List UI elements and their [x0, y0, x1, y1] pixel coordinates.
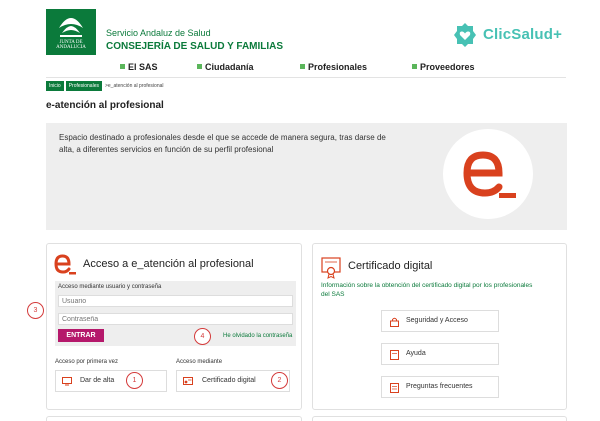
logo-caption: JUNTA DE ANDALUCIA — [56, 40, 86, 50]
annotation-marker-3: 3 — [27, 302, 44, 319]
next-card — [46, 416, 302, 421]
access-via-label: Acceso mediante — [176, 359, 223, 365]
divider — [46, 77, 566, 78]
username-input[interactable] — [58, 295, 293, 307]
breadcrumb-inicio[interactable]: Inicio — [46, 81, 64, 91]
main-nav: El SAS Ciudadanía Profesionales Proveedo… — [0, 62, 600, 76]
page-title: e-atención al profesional — [46, 100, 164, 111]
nav-item-proveedores[interactable]: Proveedores — [412, 62, 475, 72]
forgot-password-link[interactable]: He olvidado la contraseña — [223, 333, 292, 339]
bullet-icon — [412, 64, 417, 69]
e-atencion-logo-icon — [463, 151, 516, 198]
annotation-marker-2: 2 — [271, 372, 288, 389]
certificate-icon — [183, 377, 193, 385]
bullet-icon — [300, 64, 305, 69]
andalucia-emblem-icon — [59, 18, 83, 37]
help-label: Ayuda — [406, 350, 426, 357]
first-access-label: Acceso por primera vez — [55, 359, 119, 365]
login-label: Acceso mediante usuario y contraseña — [58, 284, 162, 290]
clicsalud-link[interactable]: ClicSalud+ — [452, 20, 562, 50]
breadcrumb: Inicio Profesionales >e_atención al profes… — [46, 81, 165, 91]
ministry-name: CONSEJERÍA DE SALUD Y FAMILIAS — [106, 41, 284, 52]
bullet-icon — [120, 64, 125, 69]
faq-button[interactable]: Preguntas frecuentes — [381, 376, 499, 398]
security-access-label: Seguridad y Acceso — [406, 317, 468, 324]
certificate-award-icon — [321, 257, 341, 279]
intro-text: Espacio destinado a profesionales desde … — [59, 133, 386, 154]
intro-panel: Espacio destinado a profesionales desde … — [46, 123, 567, 230]
certificate-card-title: Certificado digital — [348, 260, 433, 272]
document-icon — [390, 350, 399, 360]
nav-item-ciudadania[interactable]: Ciudadanía — [197, 62, 254, 72]
signup-button[interactable]: Dar de alta — [55, 370, 167, 392]
e-logo-circle — [443, 129, 533, 219]
breadcrumb-profesionales[interactable]: Profesionales — [65, 81, 102, 91]
login-button[interactable]: ENTRAR — [58, 329, 104, 342]
help-button[interactable]: Ayuda — [381, 343, 499, 365]
nav-item-profesionales[interactable]: Profesionales — [300, 62, 367, 72]
certificate-login-label: Certificado digital — [202, 377, 256, 384]
org-name: Servicio Andaluz de Salud — [106, 28, 211, 38]
login-form: Acceso mediante usuario y contraseña ENT… — [55, 281, 296, 346]
certificate-description[interactable]: Información sobre la obtención del certi… — [321, 281, 541, 299]
access-card-title: Acceso a e_atención al profesional — [83, 258, 254, 270]
monitor-icon — [62, 377, 72, 386]
e-atencion-small-icon — [54, 254, 76, 275]
breadcrumb-current: >e_atención al profesional — [104, 83, 164, 89]
document-icon — [390, 383, 399, 393]
faq-label: Preguntas frecuentes — [406, 383, 473, 390]
bullet-icon — [197, 64, 202, 69]
access-card: Acceso a e_atención al profesional Acces… — [46, 243, 302, 410]
signup-label: Dar de alta — [80, 377, 115, 384]
junta-andalucia-logo[interactable]: JUNTA DE ANDALUCIA — [46, 9, 96, 55]
annotation-marker-1: 1 — [126, 372, 143, 389]
annotation-marker-4: 4 — [194, 328, 211, 345]
next-card — [312, 416, 567, 421]
security-access-button[interactable]: Seguridad y Acceso — [381, 310, 499, 332]
password-input[interactable] — [58, 313, 293, 325]
certificate-card: Certificado digital Información sobre la… — [312, 243, 567, 410]
heart-badge-icon — [454, 23, 476, 47]
padlock-icon — [390, 317, 399, 327]
nav-item-el-sas[interactable]: El SAS — [120, 62, 158, 72]
clicsalud-brand: ClicSalud+ — [483, 26, 563, 43]
